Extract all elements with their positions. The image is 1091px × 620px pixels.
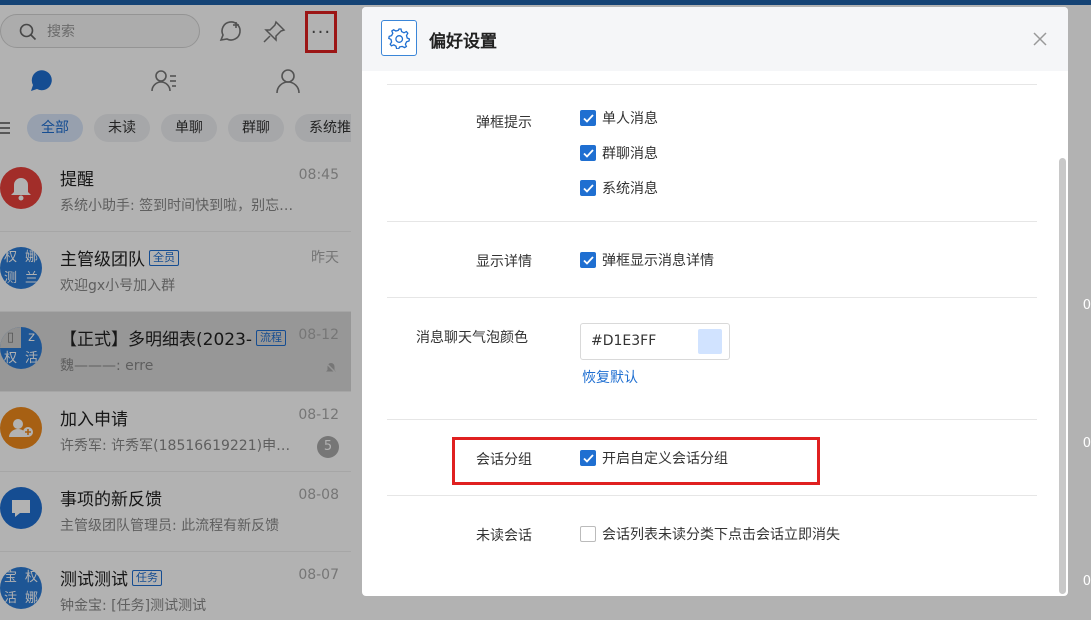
dialog-header: 偏好设置 (362, 7, 1068, 71)
checkbox-system-message[interactable]: 系统消息 (580, 178, 658, 198)
checkbox-unread-dismiss[interactable]: 会话列表未读分类下点击会话立即消失 (580, 524, 840, 544)
divider (387, 297, 1037, 298)
dialog-scrollbar[interactable] (1059, 158, 1066, 594)
gear-icon (388, 28, 410, 49)
color-swatch[interactable] (698, 329, 722, 354)
background-value: 0 (1082, 298, 1091, 313)
close-icon[interactable] (1030, 29, 1050, 49)
checkbox-checked-icon[interactable] (580, 180, 596, 196)
show-detail-label: 显示详情 (476, 254, 532, 270)
highlight-annotation (452, 437, 820, 485)
unread-conversation-label: 未读会话 (476, 528, 532, 544)
checkbox-group-message[interactable]: 群聊消息 (580, 143, 658, 163)
reset-default-link[interactable]: 恢复默认 (582, 367, 638, 387)
background-value: 0 (1082, 436, 1091, 451)
bubble-color-label: 消息聊天气泡颜色 (416, 330, 528, 346)
background-value: 0 (1082, 574, 1091, 589)
checkbox-checked-icon[interactable] (580, 110, 596, 126)
checkbox-checked-icon[interactable] (580, 252, 596, 268)
checkbox-show-detail[interactable]: 弹框显示消息详情 (580, 250, 714, 270)
divider (387, 221, 1037, 222)
divider (387, 495, 1037, 496)
dialog-title: 偏好设置 (429, 32, 497, 52)
popup-prompt-label: 弹框提示 (476, 115, 532, 131)
divider (387, 419, 1037, 420)
divider (387, 84, 1037, 85)
bubble-color-value: #D1E3FF (591, 333, 657, 349)
settings-icon-box (381, 20, 417, 56)
checkbox-checked-icon[interactable] (580, 145, 596, 161)
checkbox-single-message[interactable]: 单人消息 (580, 108, 658, 128)
checkbox-unchecked-icon[interactable] (580, 526, 596, 542)
bubble-color-input[interactable]: #D1E3FF (580, 323, 730, 360)
dialog-body: 弹框提示 单人消息 群聊消息 系统消息 显示详情 弹框显示消息详情 消息聊天气泡… (387, 71, 1037, 596)
preferences-dialog: 偏好设置 弹框提示 单人消息 群聊消息 系统消息 显示详情 弹框显示消息详情 消… (362, 7, 1068, 596)
